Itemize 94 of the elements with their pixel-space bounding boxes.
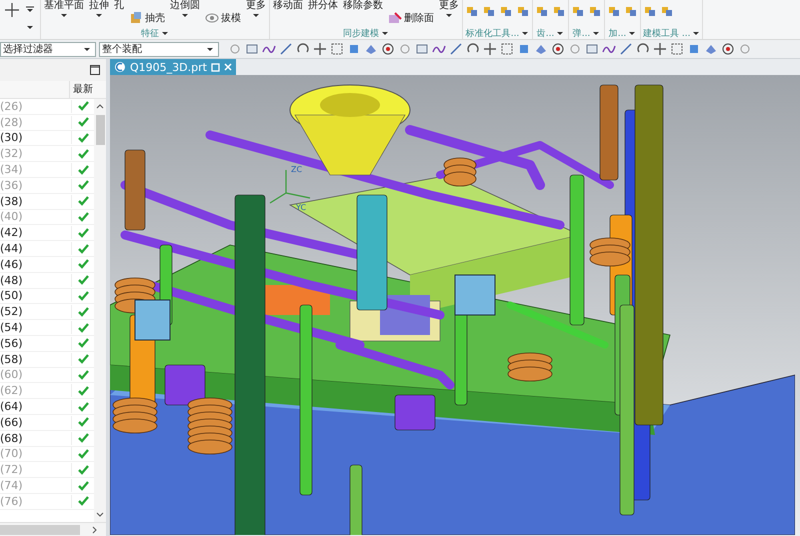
group-label: 建模工具 ...: [643, 28, 690, 39]
ribbon-button[interactable]: 抽壳: [128, 11, 166, 25]
tree-node-label[interactable]: (48): [0, 274, 72, 287]
scroll-right-icon[interactable]: [92, 526, 98, 534]
caret-icon: [83, 46, 91, 52]
group-label: 加...: [608, 28, 626, 39]
tool-icon[interactable]: [535, 5, 549, 17]
ribbon-button[interactable]: 基准平面: [43, 0, 85, 18]
part-file-icon: [114, 61, 126, 73]
group-label: 同步建模: [343, 28, 379, 39]
tool-icon[interactable]: [607, 5, 621, 17]
tool-icon[interactable]: [499, 5, 513, 17]
plus-icon[interactable]: [4, 2, 20, 18]
tool-icon: [205, 11, 219, 25]
tree-node-label[interactable]: (38): [0, 194, 72, 208]
tool-icon[interactable]: [516, 5, 530, 17]
caret-icon[interactable]: [556, 30, 564, 36]
scroll-up-icon[interactable]: [96, 103, 104, 109]
toolbar-icon[interactable]: [449, 42, 463, 56]
caret-icon: [445, 13, 453, 18]
caret-icon[interactable]: [592, 30, 600, 36]
toolbar-icon[interactable]: [619, 42, 633, 56]
filter-dropdown[interactable]: 选择过滤器: [0, 42, 96, 56]
toolbar-icon[interactable]: [381, 42, 395, 56]
tree-node-label[interactable]: (52): [0, 305, 72, 318]
tool-icon[interactable]: [660, 5, 674, 17]
tree-node-label[interactable]: (42): [0, 226, 72, 240]
caret-icon: [95, 13, 103, 18]
tree-node-label[interactable]: (58): [0, 352, 72, 366]
axis-label: YC: [296, 203, 306, 212]
toolbar-icon[interactable]: [670, 42, 684, 56]
caret-icon: [252, 13, 260, 18]
horizontal-scrollbar[interactable]: [0, 522, 106, 536]
tree-node-label[interactable]: (46): [0, 258, 72, 271]
tree-node-label[interactable]: (30): [0, 131, 72, 144]
toolbar-icon[interactable]: [500, 42, 514, 56]
toolbar-icon[interactable]: [245, 42, 259, 56]
ribbon-button[interactable]: 孔: [113, 0, 125, 11]
tool-icon[interactable]: [624, 5, 638, 17]
tree-node-label[interactable]: (68): [0, 432, 72, 445]
caret-icon[interactable]: [692, 30, 700, 36]
group-label: 标准化工具...: [466, 28, 520, 39]
toolbar-icon[interactable]: [585, 42, 599, 56]
group-label: 特征: [141, 28, 159, 39]
tool-icon[interactable]: [588, 5, 602, 17]
caret-icon[interactable]: [628, 30, 636, 36]
scroll-down-icon[interactable]: [96, 512, 104, 518]
ribbon-button[interactable]: 拉伸: [88, 0, 110, 18]
toolbar-icon[interactable]: [653, 42, 667, 56]
tool-icon: [388, 11, 402, 25]
toolbar-icon[interactable]: [415, 42, 429, 56]
tool-icon[interactable]: [465, 5, 479, 17]
ribbon-button[interactable]: 移动面: [272, 0, 304, 11]
axis-label: ZC: [291, 165, 302, 174]
caret-icon[interactable]: [381, 30, 389, 36]
group-label: 弹...: [572, 28, 590, 39]
toolbar-icon[interactable]: [313, 42, 327, 56]
ribbon-button[interactable]: 拔模: [204, 11, 242, 25]
scope-dropdown[interactable]: 整个装配: [99, 42, 219, 56]
ribbon-button[interactable]: 更多: [438, 0, 460, 18]
ribbon-button[interactable]: 删除面: [387, 11, 435, 25]
close-icon[interactable]: [224, 63, 232, 71]
ribbon-button[interactable]: 拼分体: [307, 0, 339, 11]
caret-icon: [60, 13, 68, 18]
toolbar-icon[interactable]: [551, 42, 565, 56]
toolbar-icon[interactable]: [721, 42, 735, 56]
restore-icon[interactable]: [210, 62, 220, 72]
tool-icon[interactable]: [571, 5, 585, 17]
ribbon-button[interactable]: 边倒圆: [169, 0, 201, 18]
tool-icon: [129, 11, 143, 25]
tree-node-label[interactable]: (54): [0, 321, 72, 334]
group-label: 齿...: [536, 28, 554, 39]
tree-node-label[interactable]: (50): [0, 289, 72, 302]
caret-icon[interactable]: [161, 30, 169, 36]
scroll-thumb[interactable]: [96, 115, 104, 145]
ribbon-button[interactable]: 更多: [245, 0, 267, 18]
ribbon-button[interactable]: 移除参数: [342, 0, 384, 11]
caret-icon: [206, 46, 214, 52]
overflow-icon[interactable]: [26, 6, 34, 13]
tree-node-label[interactable]: (56): [0, 336, 72, 350]
tool-icon[interactable]: [643, 5, 657, 17]
caret-icon[interactable]: [26, 25, 34, 30]
toolbar-icon[interactable]: [279, 42, 293, 56]
maximize-icon[interactable]: [90, 65, 100, 75]
caret-icon[interactable]: [521, 30, 530, 36]
toolbar-icon[interactable]: [483, 42, 497, 56]
tree-node-label[interactable]: (44): [0, 242, 72, 256]
vertical-scrollbar[interactable]: [94, 99, 106, 522]
caret-icon: [181, 13, 189, 18]
toolbar-icon[interactable]: [330, 42, 344, 56]
tree-node-label[interactable]: (64): [0, 400, 72, 414]
tree-node-label[interactable]: (66): [0, 416, 72, 429]
tool-icon[interactable]: [482, 5, 496, 17]
tool-icon[interactable]: [552, 5, 566, 17]
